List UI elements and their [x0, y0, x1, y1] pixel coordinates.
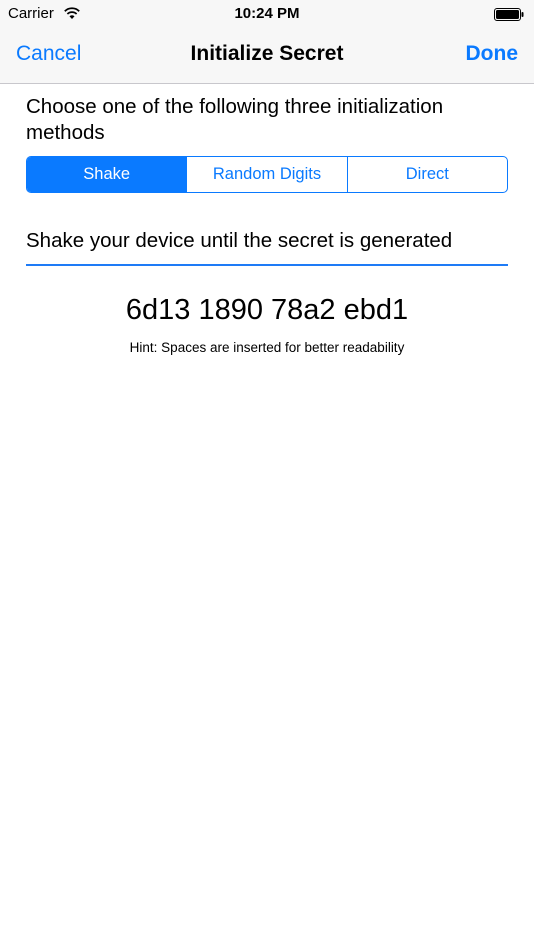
- clock: 10:24 PM: [234, 5, 300, 22]
- description-underline: [26, 264, 508, 266]
- method-segmented-control: Shake Random Digits Direct: [26, 156, 508, 193]
- hint-text: Hint: Spaces are inserted for better rea…: [129, 340, 405, 355]
- battery-icon: [494, 8, 524, 21]
- status-bar: Carrier 10:24 PM: [0, 0, 534, 28]
- secret-value: 6d13 1890 78a2 ebd1: [125, 294, 409, 326]
- page-title: Initialize Secret: [190, 42, 344, 65]
- screen: Carrier 10:24 PM Cancel Initialize Secre…: [0, 0, 534, 950]
- navigation-bar: Cancel Initialize Secret Done: [0, 28, 534, 84]
- segment-shake[interactable]: Shake: [27, 157, 187, 192]
- done-button[interactable]: Done: [466, 42, 519, 66]
- instruction-text: Choose one of the following three initia…: [26, 95, 444, 144]
- method-description: Shake your device until the secret is ge…: [26, 229, 453, 252]
- segment-random-digits[interactable]: Random Digits: [186, 157, 346, 192]
- segment-direct[interactable]: Direct: [346, 157, 507, 192]
